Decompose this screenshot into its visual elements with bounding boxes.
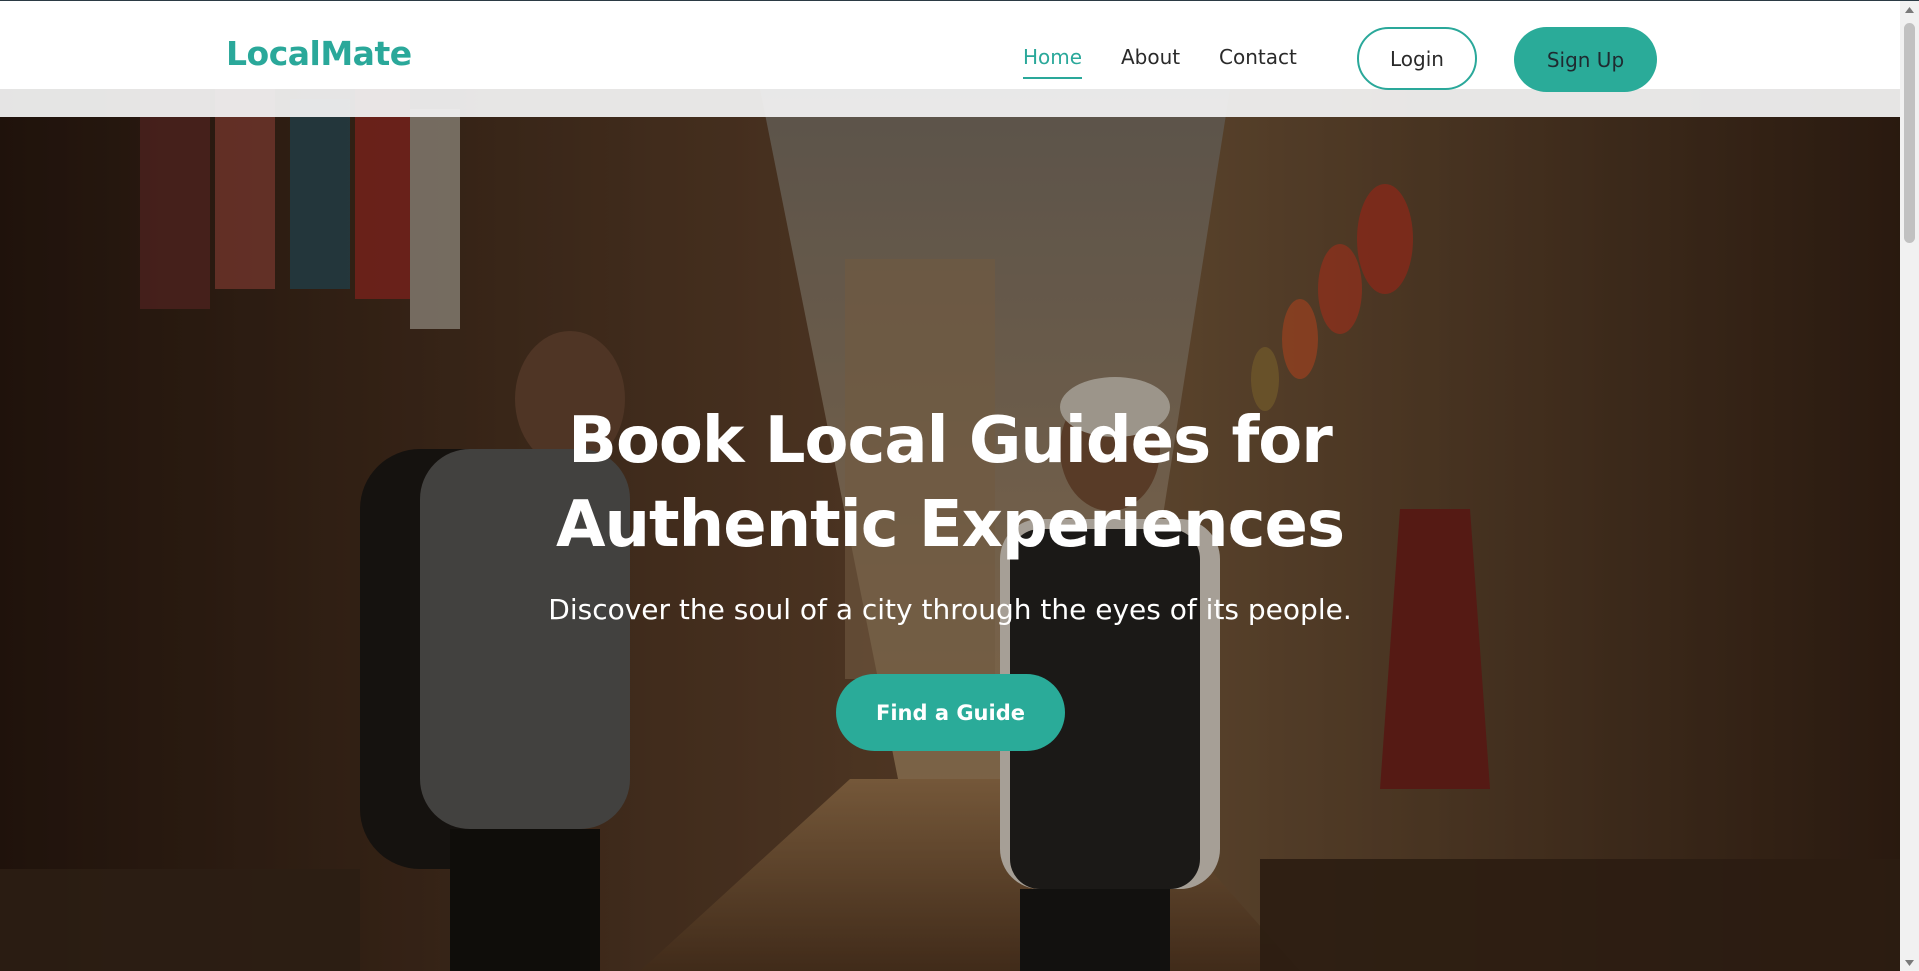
signup-button-label: Sign Up [1546,47,1625,72]
nav-link-home-label: Home [1023,45,1083,69]
navbar: LocalMate Home About Contact Login Sign … [0,1,1900,92]
navbar-shadow-strip [0,89,1900,117]
signup-button[interactable]: Sign Up [1514,27,1657,92]
brand-logo[interactable]: LocalMate [226,37,412,70]
find-guide-button[interactable]: Find a Guide [836,674,1065,751]
nav-link-home[interactable]: Home [1023,45,1083,79]
nav-link-contact[interactable]: Contact [1219,47,1297,67]
find-guide-button-label: Find a Guide [876,700,1025,725]
hero-section: Book Local Guides for Authentic Experien… [0,89,1900,971]
hero-subtitle: Discover the soul of a city through the … [548,593,1352,626]
scroll-up-icon[interactable] [1900,1,1919,18]
scroll-down-icon[interactable] [1900,954,1919,971]
nav-link-about[interactable]: About [1121,47,1180,67]
scrollbar-thumb[interactable] [1904,23,1915,243]
vertical-scrollbar[interactable] [1900,1,1919,971]
active-nav-underline [1023,77,1083,79]
page: LocalMate Home About Contact Login Sign … [0,0,1919,971]
nav-link-contact-label: Contact [1219,45,1297,69]
login-button[interactable]: Login [1357,27,1477,90]
hero-title-line-2: Authentic Experiences [555,488,1345,562]
nav-link-about-label: About [1121,45,1181,69]
window-top-border [0,0,1919,1]
login-button-label: Login [1390,46,1444,71]
hero-title-line-1: Book Local Guides for [568,404,1333,478]
hero-title: Book Local Guides for Authentic Experien… [450,399,1450,567]
